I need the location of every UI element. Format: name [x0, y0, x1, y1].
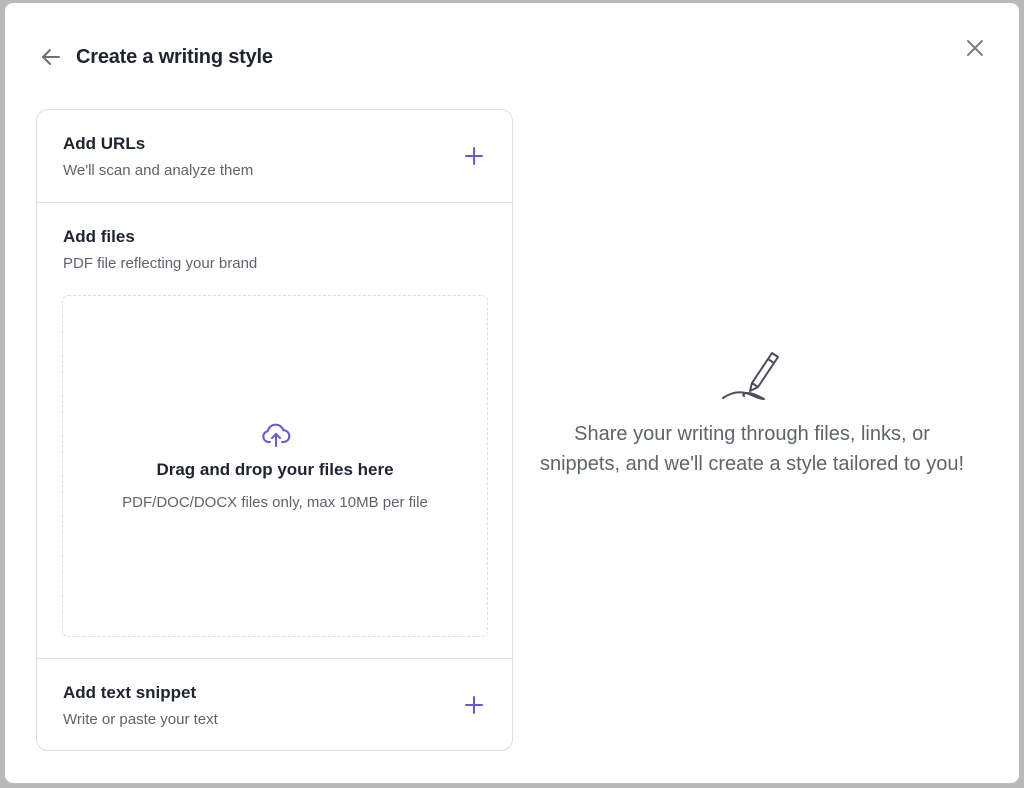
file-dropzone[interactable]: Drag and drop your files here PDF/DOC/DO…	[62, 295, 488, 637]
empty-state: Share your writing through files, links,…	[535, 343, 969, 479]
add-urls-button[interactable]	[462, 144, 486, 168]
plus-icon	[465, 147, 483, 165]
add-snippet-button[interactable]	[462, 693, 486, 717]
dropzone-title: Drag and drop your files here	[156, 460, 394, 479]
add-files-subtitle: PDF file reflecting your brand	[63, 255, 258, 272]
pen-icon	[722, 352, 779, 400]
add-urls-subtitle: We'll scan and analyze them	[63, 162, 254, 179]
back-button[interactable]	[37, 43, 65, 71]
cloud-upload-icon	[262, 423, 291, 447]
empty-state-message: Share your writing through files, links,…	[539, 423, 965, 475]
modal-title: Create a writing style	[76, 46, 273, 68]
plus-icon	[465, 696, 483, 714]
add-files-title: Add files	[63, 227, 135, 246]
add-files-section: Add files PDF file reflecting your brand…	[37, 203, 512, 659]
add-urls-section[interactable]: Add URLs We'll scan and analyze them	[37, 110, 512, 203]
close-button[interactable]	[961, 34, 989, 62]
arrow-left-icon	[42, 49, 60, 65]
add-snippet-section[interactable]: Add text snippet Write or paste your tex…	[37, 659, 512, 750]
add-snippet-subtitle: Write or paste your text	[63, 711, 218, 728]
add-snippet-title: Add text snippet	[63, 683, 197, 702]
sources-card: Add URLs We'll scan and analyze them Add…	[36, 109, 513, 751]
close-icon	[967, 40, 983, 56]
create-writing-style-modal: Create a writing style Add URLs We'll sc…	[5, 3, 1019, 783]
dropzone-hint: PDF/DOC/DOCX files only, max 10MB per fi…	[122, 494, 428, 511]
add-urls-title: Add URLs	[63, 134, 146, 153]
